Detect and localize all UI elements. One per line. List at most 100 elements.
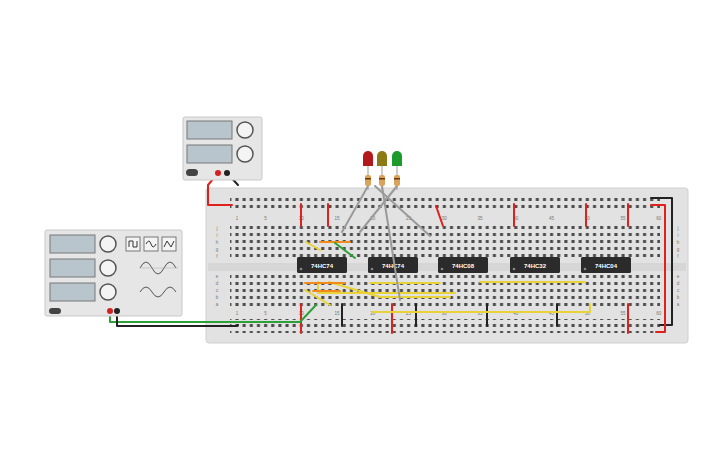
wire[interactable] <box>305 290 330 305</box>
row-letter: g <box>677 247 680 252</box>
positive-terminal[interactable] <box>107 308 113 314</box>
voltage-knob[interactable] <box>237 122 253 138</box>
voltage-display <box>187 121 232 139</box>
resistor <box>365 175 371 186</box>
column-number: 55 <box>621 311 627 316</box>
wire[interactable] <box>313 290 340 292</box>
column-number: 30 <box>442 216 448 221</box>
wire[interactable] <box>341 304 343 326</box>
row-letter: h <box>216 240 219 245</box>
row-letter: d <box>677 281 680 286</box>
negative-terminal[interactable] <box>224 170 230 176</box>
led-bulb <box>377 151 387 166</box>
column-number: 15 <box>335 311 341 316</box>
power-switch[interactable] <box>186 169 198 176</box>
pin1-dot <box>584 268 587 271</box>
chip-body <box>581 257 631 273</box>
row-letter: e <box>677 274 680 279</box>
wire[interactable] <box>651 198 672 325</box>
function-generator-body <box>45 230 182 316</box>
wire[interactable] <box>480 281 585 283</box>
wire[interactable] <box>372 304 590 312</box>
wire[interactable] <box>370 282 440 284</box>
sine-wave-icon <box>146 241 156 247</box>
led[interactable] <box>377 151 387 190</box>
wire[interactable] <box>329 282 450 297</box>
sine-wave-button[interactable] <box>144 237 158 251</box>
power-supply-body <box>183 117 262 180</box>
resistor-band <box>365 178 371 180</box>
column-number: 15 <box>335 216 341 221</box>
wire[interactable] <box>335 243 355 258</box>
chip-label: 74HC74 <box>311 263 334 269</box>
column-number: 60 <box>656 216 662 221</box>
wire[interactable] <box>342 186 368 232</box>
column-number: 35 <box>478 216 484 221</box>
wire[interactable] <box>305 282 345 284</box>
triangle-wave-icon <box>164 241 174 247</box>
pin1-dot <box>300 268 303 271</box>
row-letter: f <box>216 254 218 259</box>
wire[interactable] <box>513 204 515 226</box>
led[interactable] <box>363 151 373 190</box>
chip-label: 74HC08 <box>452 263 475 269</box>
positive-terminal[interactable] <box>215 170 221 176</box>
row-letter: a <box>216 302 219 307</box>
waveform-axis <box>140 268 178 269</box>
row-letter: b <box>677 295 680 300</box>
row-letter: g <box>216 247 219 252</box>
negative-terminal[interactable] <box>114 308 120 314</box>
wire[interactable] <box>327 204 329 226</box>
breadboard[interactable]: 1510152025303540455055601510152025303540… <box>206 188 688 343</box>
wire[interactable] <box>300 304 302 333</box>
amplitude-knob[interactable] <box>100 260 116 276</box>
breadboard-body <box>206 188 688 343</box>
chip-label: 74HC04 <box>595 263 618 269</box>
led[interactable] <box>392 151 402 190</box>
wire[interactable] <box>651 205 665 332</box>
chip-label: 74HC32 <box>524 263 547 269</box>
column-number: 55 <box>621 216 627 221</box>
wire[interactable] <box>627 204 629 226</box>
wire[interactable] <box>382 186 400 300</box>
power-supply[interactable] <box>183 117 262 180</box>
function-generator[interactable] <box>45 230 182 316</box>
row-letter: d <box>216 281 219 286</box>
wire[interactable] <box>360 186 397 232</box>
wire[interactable] <box>375 186 430 236</box>
wire[interactable] <box>306 242 320 250</box>
chip-body <box>510 257 560 273</box>
row-letter: a <box>677 302 680 307</box>
current-display <box>187 145 232 163</box>
offset-knob[interactable] <box>100 284 116 300</box>
row-letter: c <box>216 288 219 293</box>
power-switch[interactable] <box>49 308 61 314</box>
wire[interactable] <box>486 304 488 326</box>
wire[interactable] <box>300 204 302 226</box>
triangle-wave-button[interactable] <box>162 237 176 251</box>
row-letter: b <box>216 295 219 300</box>
amplitude-display <box>50 259 95 277</box>
wire[interactable] <box>627 304 629 333</box>
triangle-wave-button-box <box>162 237 176 251</box>
wire[interactable] <box>391 304 393 333</box>
offset-preview-icon <box>140 287 176 297</box>
wire[interactable] <box>556 304 558 326</box>
ic-chip[interactable]: 74HC08 <box>438 257 488 273</box>
pin1-dot <box>371 268 374 271</box>
square-wave-icon <box>129 241 137 247</box>
current-knob[interactable] <box>237 146 253 162</box>
column-number: 1 <box>236 216 239 221</box>
wire[interactable] <box>436 206 443 226</box>
square-wave-button[interactable] <box>126 237 140 251</box>
offset-display <box>50 283 95 301</box>
ic-chip[interactable]: 74HC74 <box>297 257 347 273</box>
wire[interactable] <box>415 304 417 326</box>
frequency-knob[interactable] <box>100 236 116 252</box>
pin1-dot <box>513 268 516 271</box>
row-letter: j <box>677 226 679 231</box>
ic-chip[interactable]: 74HC32 <box>510 257 560 273</box>
wire[interactable] <box>585 204 587 226</box>
resistor <box>379 175 385 186</box>
ic-chip[interactable]: 74HC04 <box>581 257 631 273</box>
